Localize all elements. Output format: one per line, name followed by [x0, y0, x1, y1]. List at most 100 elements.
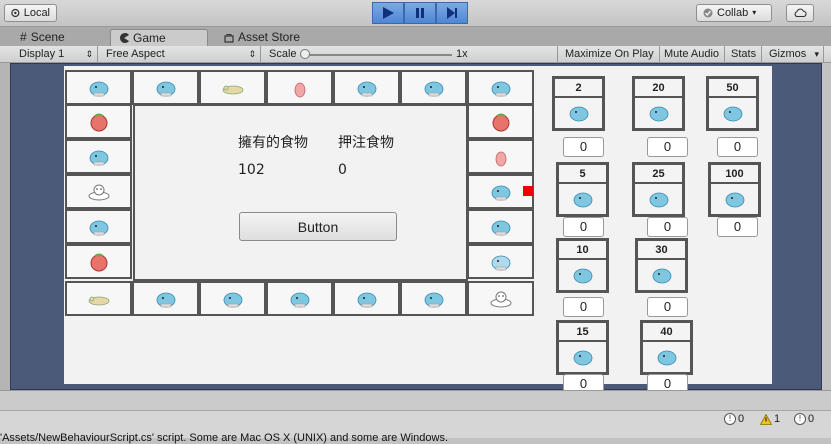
pause-button[interactable] — [404, 2, 436, 24]
tab-asset-store[interactable]: Asset Store — [216, 29, 308, 46]
bet-amount-input[interactable]: 0 — [563, 217, 604, 237]
info-counter[interactable]: ! 0 — [724, 412, 744, 426]
blue-creature-sprite-icon — [491, 220, 510, 235]
bet-card: 2 — [552, 76, 605, 131]
creature-sprite-icon — [573, 192, 592, 208]
bet-sprite — [643, 342, 690, 372]
bet-sprite — [638, 260, 685, 290]
warning-icon — [760, 413, 772, 425]
bet-sprite — [559, 260, 606, 290]
board-cell — [132, 281, 199, 316]
bet-multiplier: 25 — [635, 165, 682, 184]
tab-game-label: Game — [133, 30, 166, 45]
account-dropdown[interactable]: Local — [4, 4, 57, 22]
display-dropdown[interactable]: Display 1 ⇕ — [14, 46, 98, 63]
blue-creature-sprite-icon — [156, 292, 175, 307]
maximize-label: Maximize On Play — [565, 48, 654, 60]
tab-asset-store-label: Asset Store — [238, 30, 301, 44]
bet-amount-input[interactable]: 0 — [647, 137, 688, 157]
board-cell — [65, 209, 132, 244]
blue-creature-sprite-icon — [223, 292, 242, 307]
creature-sprite-icon — [725, 192, 744, 208]
display-label: Display 1 — [19, 48, 65, 60]
bet-multiplier: 30 — [638, 241, 685, 260]
blue-creature-sprite-icon — [89, 81, 108, 96]
creature-sprite-icon — [573, 268, 592, 284]
bet-multiplier: 10 — [559, 241, 606, 260]
bet-sprite — [635, 98, 682, 128]
bet-sprite — [711, 184, 758, 214]
check-icon — [703, 8, 713, 18]
bet-sprite — [555, 98, 602, 128]
bet-multiplier: 20 — [635, 79, 682, 98]
bet-amount-input[interactable]: 0 — [647, 297, 688, 317]
scale-slider-thumb[interactable] — [300, 49, 310, 59]
bet-amount-input[interactable]: 0 — [563, 137, 604, 157]
play-button[interactable] — [372, 2, 404, 24]
bet-amount-input[interactable]: 0 — [717, 137, 758, 157]
warning-counter[interactable]: 1 — [760, 412, 780, 426]
account-label: Local — [23, 7, 50, 19]
tab-scene[interactable]: # Scene — [12, 29, 73, 46]
tomato-sprite-icon — [90, 113, 107, 131]
bet-multiplier: 100 — [711, 165, 758, 184]
mute-label: Mute Audio — [664, 48, 720, 60]
bet-sprite — [559, 184, 606, 214]
bet-card: 20 — [632, 76, 685, 131]
bet-sprite — [635, 184, 682, 214]
bet-multiplier: 15 — [559, 323, 606, 342]
board-cell — [65, 70, 132, 105]
left-panel-edge — [0, 63, 10, 390]
creature-sprite-icon — [652, 268, 671, 284]
info-icon: ! — [724, 413, 736, 425]
dog-sprite-icon — [222, 85, 243, 94]
start-button[interactable]: Button — [239, 212, 397, 241]
creature-sprite-icon — [649, 106, 668, 122]
bet-card: 40 — [640, 320, 693, 375]
gizmos-label: Gizmos — [769, 48, 807, 60]
updown-arrow-icon: ⇕ — [248, 49, 256, 59]
food-owned-label: 擁有的食物 — [238, 135, 308, 151]
maximize-on-play-toggle[interactable]: Maximize On Play — [560, 46, 660, 63]
error-counter[interactable]: ! 0 — [794, 412, 814, 426]
bet-multiplier: 2 — [555, 79, 602, 98]
tomato-sprite-icon — [90, 253, 107, 271]
console-message: 'Assets/NewBehaviourScript.cs' script. S… — [0, 432, 449, 444]
bet-card: 100 — [708, 162, 761, 217]
tab-game[interactable]: Game — [110, 29, 208, 46]
bet-amount-input[interactable]: 0 — [647, 217, 688, 237]
game-view-toolbar: Display 1 ⇕ Free Aspect ⇕ Scale 1x Maxim… — [0, 46, 831, 63]
board-cell — [400, 281, 467, 316]
board-cell — [333, 70, 400, 105]
aspect-dropdown[interactable]: Free Aspect ⇕ — [101, 46, 261, 63]
step-button[interactable] — [436, 2, 468, 24]
gizmos-dropdown[interactable]: Gizmos ▾ — [764, 46, 824, 63]
bet-card: 25 — [632, 162, 685, 217]
bag-icon — [224, 33, 234, 43]
mute-audio-toggle[interactable]: Mute Audio — [659, 46, 726, 63]
board-cell — [65, 281, 132, 316]
blue-creature-sprite-icon — [491, 185, 510, 200]
chevron-down-icon: ▾ — [814, 49, 819, 59]
info-panel — [133, 104, 468, 281]
bet-amount-input[interactable]: 0 — [563, 297, 604, 317]
pause-icon — [416, 8, 424, 18]
main-toolbar: Local Collab ▾ — [0, 0, 831, 27]
scale-slider-track[interactable] — [304, 54, 452, 56]
chevron-down-icon: ▾ — [752, 8, 757, 17]
bet-card: 50 — [706, 76, 759, 131]
creature-sprite-icon — [657, 350, 676, 366]
pink-creature-sprite-icon — [294, 82, 305, 97]
blue-creature-sprite-icon — [89, 150, 108, 165]
board-cell — [65, 244, 132, 279]
collab-dropdown[interactable]: Collab ▾ — [696, 4, 772, 22]
board-cell — [65, 104, 132, 139]
bet-amount-input[interactable]: 0 — [717, 217, 758, 237]
cloud-button[interactable] — [786, 4, 814, 22]
stats-toggle[interactable]: Stats — [726, 46, 763, 63]
board-cell — [467, 244, 534, 279]
blue-creature-sprite-icon — [156, 81, 175, 96]
bet-food-label: 押注食物 — [338, 135, 394, 151]
status-bar — [0, 390, 831, 410]
cloud-icon — [794, 8, 807, 18]
